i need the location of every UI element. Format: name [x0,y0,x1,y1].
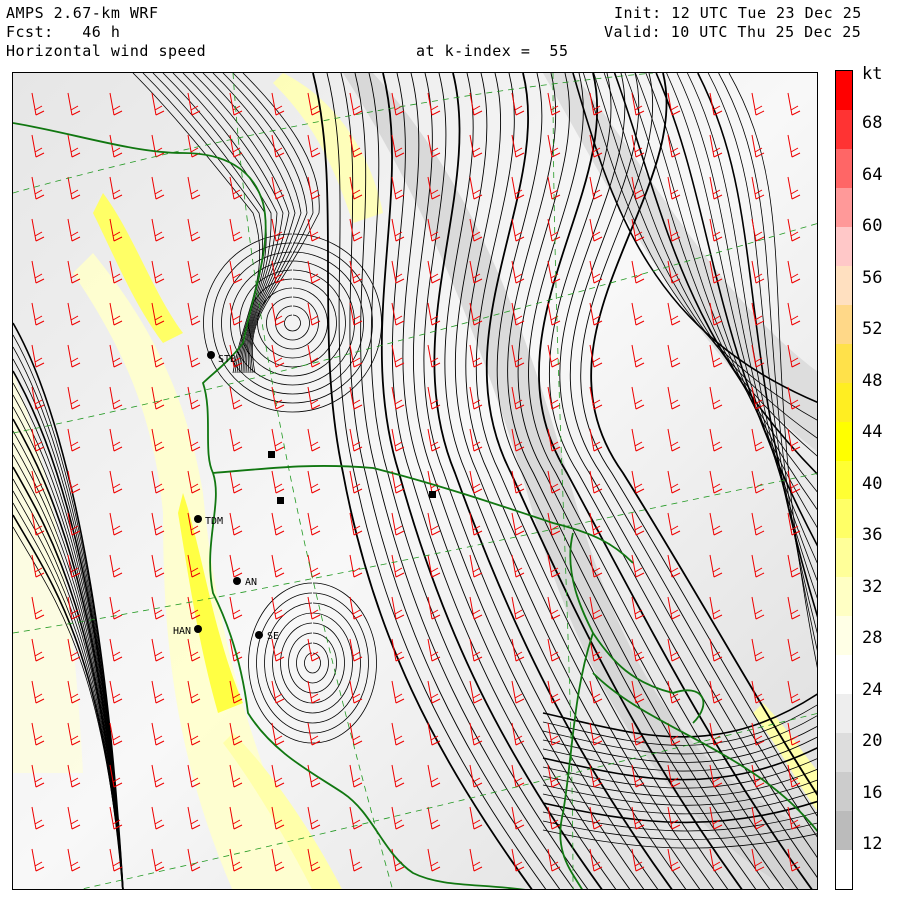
colorbar-segment [836,382,852,423]
colorbar-segment [836,616,852,656]
colorbar-segment [836,187,852,228]
colorbar-label: 52 [862,319,883,339]
colorbar-label: 64 [862,164,883,185]
colorbar-label: 12 [862,834,883,854]
station-label-an: AN [245,577,257,588]
colorbar-segment [836,811,852,851]
station-dot-icon [207,351,215,359]
colorbar-segment [836,343,852,384]
station-label-han: HAN [173,626,191,637]
colorbar-segment [836,304,852,345]
colorbar-segment [836,226,852,267]
colorbar-label: 60 [862,216,883,236]
colorbar-label: 44 [862,422,883,442]
level-index: at k-index = 55 [416,42,569,60]
colorbar-segment [836,421,852,461]
colorbar-segment [836,772,852,812]
colorbar-segment [836,538,852,578]
site-square-icon [268,451,275,458]
station-label-stb: STB [218,354,236,365]
station-dot-icon [233,577,241,585]
colorbar-label: 20 [862,731,883,751]
field-name: Horizontal wind speed [6,42,207,60]
init-time: Init: 12 UTC Tue 23 Dec 25 [614,4,862,22]
station-label-tdm: TDM [205,516,223,527]
colorbar [835,70,853,890]
colorbar-segment [836,265,852,306]
site-square-icon [429,491,436,498]
colorbar-unit: kt [862,64,883,84]
colorbar-label: 40 [862,473,883,494]
colorbar-label: 68 [862,113,883,133]
wind-speed-map[interactable]: STB TDM HAN SE AN [12,72,818,890]
colorbar-segment [836,109,852,150]
forecast-hour: Fcst: 46 h [6,23,121,41]
colorbar-segment [836,499,852,539]
valid-time: Valid: 10 UTC Thu 25 Dec 25 [604,23,862,41]
colorbar-label: 32 [862,576,883,597]
colorbar-label: 24 [862,679,883,700]
colorbar-label: 48 [862,370,883,391]
colorbar-segment [836,577,852,617]
colorbar-segment [836,71,852,111]
station-dot-icon [194,515,202,523]
colorbar-segment [836,460,852,500]
colorbar-label: 36 [862,525,883,545]
map-canvas: STB TDM HAN SE AN [13,73,817,889]
colorbar-label: 56 [862,267,883,288]
colorbar-label: 16 [862,782,883,803]
colorbar-segment [836,655,852,695]
colorbar-segment [836,733,852,773]
station-dot-icon [255,631,263,639]
station-dot-icon [194,625,202,633]
colorbar-segment [836,694,852,734]
station-label-se: SE [267,631,279,642]
colorbar-label: 28 [862,628,883,648]
colorbar-segment [836,148,852,189]
colorbar-segment [836,850,852,890]
site-square-icon [277,497,284,504]
model-title: AMPS 2.67-km WRF [6,4,159,22]
